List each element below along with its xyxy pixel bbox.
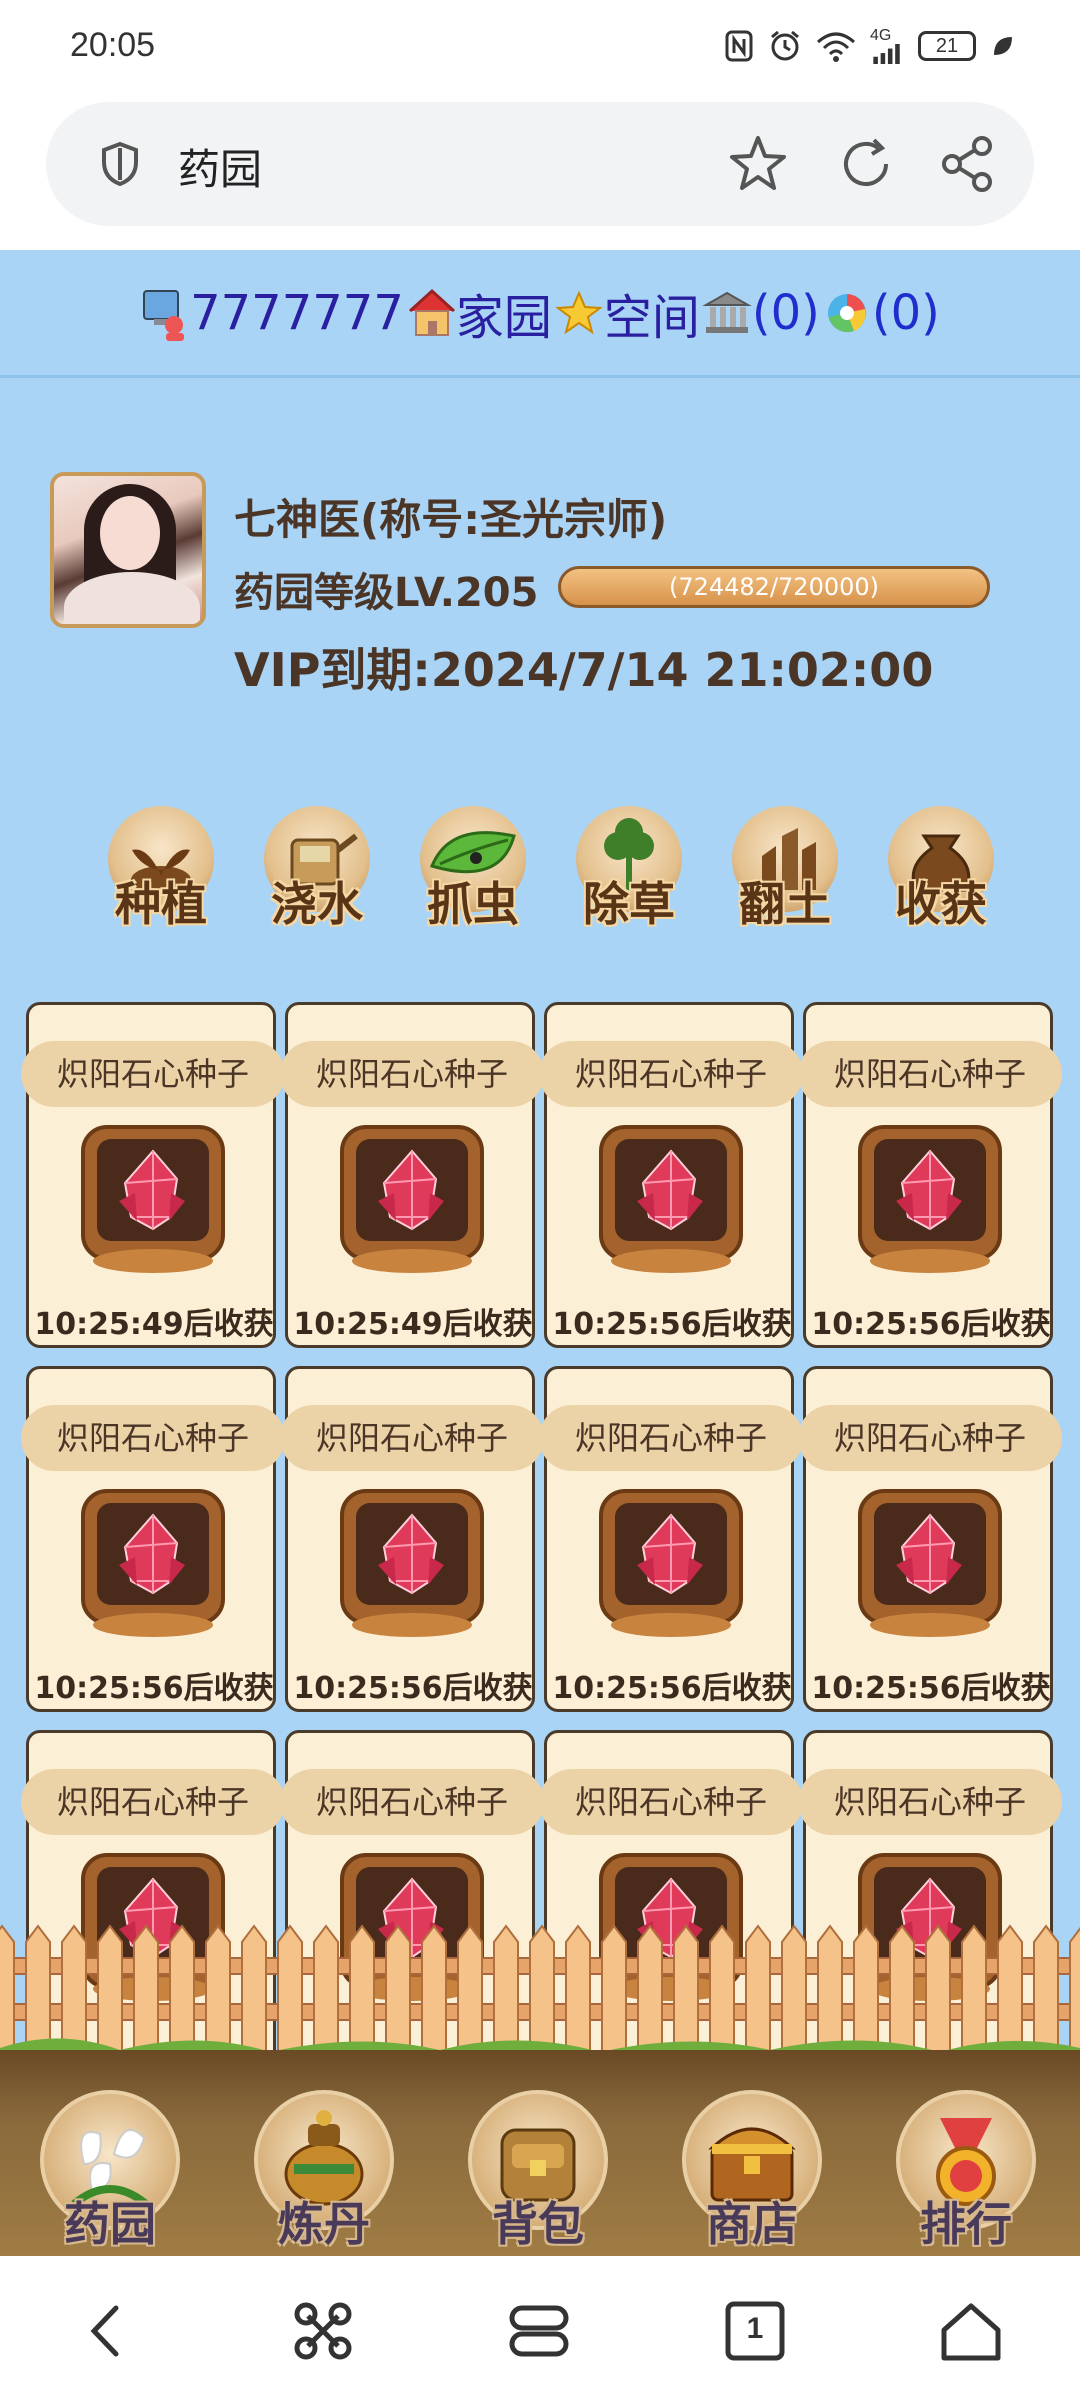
- plot-card[interactable]: 炽阳石心种子 10:25:56后收获: [280, 1366, 544, 1712]
- color-wheel-icon: [822, 285, 872, 341]
- user-link[interactable]: 7777777: [140, 285, 404, 341]
- status-bar: 20:05 4G 21: [0, 0, 1080, 98]
- harvest-timer: 10:25:49后收获: [34, 1307, 274, 1342]
- browser-toolbar: 药园: [0, 98, 1080, 250]
- action-plant[interactable]: 种植: [76, 802, 226, 942]
- home-link[interactable]: 家园: [406, 278, 552, 348]
- harvest-timer: 10:25:49后收获: [293, 1307, 533, 1342]
- seed-name: 炽阳石心种子: [21, 1405, 285, 1471]
- crystal-seed-icon: [340, 1485, 484, 1641]
- user-id[interactable]: 7777777: [190, 285, 404, 341]
- house-icon: [406, 285, 456, 341]
- nav-garden[interactable]: 药园: [30, 2080, 190, 2256]
- bank-count[interactable]: (0): [752, 285, 820, 341]
- nav-backpack[interactable]: 背包: [458, 2080, 618, 2256]
- tabs-menu-icon[interactable]: [504, 2296, 574, 2366]
- tab-count-icon[interactable]: 1: [720, 2296, 790, 2366]
- home-icon[interactable]: [936, 2296, 1006, 2366]
- plot-card[interactable]: 炽阳石心种子 10:25:56后收获: [798, 1002, 1062, 1348]
- action-weed[interactable]: 除草: [544, 802, 694, 942]
- action-water[interactable]: 浇水: [232, 802, 382, 942]
- crystal-seed-icon: [599, 1121, 743, 1277]
- plot-card[interactable]: 炽阳石心种子 10:25:56后收获: [798, 1366, 1062, 1712]
- action-bar: 种植 浇水 抓虫 除草 翻土 收获: [0, 802, 1080, 942]
- vip-expiry: VIP到期:2024/7/14 21:02:00: [234, 643, 934, 697]
- bottom-game-nav: 药园 炼丹 背包 商店 排行: [0, 2080, 1080, 2256]
- wifi-icon: [816, 28, 856, 64]
- bank-icon: [702, 285, 752, 341]
- plot-card[interactable]: 炽阳石心种子 10:25:49后收获: [280, 1002, 544, 1348]
- star-badge-icon: [554, 285, 604, 341]
- status-icons: 4G 21: [724, 28, 1016, 64]
- nav-ranking[interactable]: 排行: [886, 2080, 1046, 2256]
- crystal-seed-icon: [599, 1485, 743, 1641]
- action-catch-bugs[interactable]: 抓虫: [388, 802, 538, 942]
- crystal-seed-icon: [858, 1485, 1002, 1641]
- bank-link[interactable]: (0): [702, 285, 820, 341]
- alarm-icon: [768, 28, 802, 64]
- plot-card[interactable]: 炽阳石心种子 10:25:49后收获: [21, 1002, 285, 1348]
- harvest-timer: 10:25:56后收获: [811, 1671, 1051, 1706]
- plot-card[interactable]: 炽阳石心种子 10:25:56后收获: [21, 1366, 285, 1712]
- seed-name: 炽阳石心种子: [798, 1769, 1062, 1835]
- top-nav: 7777777 家园 空间 (0) (0): [0, 250, 1080, 378]
- back-icon[interactable]: [72, 2296, 142, 2366]
- action-till[interactable]: 翻土: [700, 802, 850, 942]
- game-area: 7777777 家园 空间 (0) (0) 七神医(称号:圣光宗师) 药园等级L…: [0, 250, 1080, 2256]
- seed-name: 炽阳石心种子: [539, 1769, 803, 1835]
- page-title[interactable]: 药园: [178, 136, 262, 197]
- crystal-seed-icon: [340, 1121, 484, 1277]
- crystal-seed-icon: [858, 1121, 1002, 1277]
- fence-decoration: [0, 1924, 1080, 2068]
- harvest-timer: 10:25:56后收获: [293, 1671, 533, 1706]
- nav-alchemy[interactable]: 炼丹: [244, 2080, 404, 2256]
- address-bar[interactable]: 药园: [46, 102, 1034, 226]
- harvest-timer: 10:25:56后收获: [811, 1307, 1051, 1342]
- plot-card[interactable]: 炽阳石心种子 10:25:56后收获: [539, 1002, 803, 1348]
- crystal-seed-icon: [81, 1485, 225, 1641]
- seed-name: 炽阳石心种子: [280, 1769, 544, 1835]
- crystal-seed-icon: [81, 1121, 225, 1277]
- seed-name: 炽阳石心种子: [280, 1405, 544, 1471]
- home-label[interactable]: 家园: [456, 278, 552, 348]
- seed-name: 炽阳石心种子: [21, 1769, 285, 1835]
- space-label[interactable]: 空间: [604, 278, 700, 348]
- seed-name: 炽阳石心种子: [798, 1041, 1062, 1107]
- action-harvest[interactable]: 收获: [856, 802, 1006, 942]
- signal-icon: 4G: [870, 28, 904, 64]
- leaf-icon: [990, 28, 1016, 64]
- browser-bottom-bar: 1: [0, 2256, 1080, 2400]
- harvest-timer: 10:25:56后收获: [552, 1307, 792, 1342]
- network-type: 4G: [870, 27, 892, 44]
- player-name: 七神医(称号:圣光宗师): [234, 495, 668, 544]
- space-link[interactable]: 空间: [554, 278, 700, 348]
- garden-level: 药园等级LV.205: [234, 570, 539, 616]
- nav-shop[interactable]: 商店: [672, 2080, 832, 2256]
- computer-user-icon: [140, 285, 190, 341]
- shield-icon[interactable]: [96, 140, 144, 188]
- avatar[interactable]: [50, 472, 206, 628]
- shortcuts-icon[interactable]: [288, 2296, 358, 2366]
- tab-count: 1: [746, 2312, 764, 2345]
- seed-name: 炽阳石心种子: [539, 1405, 803, 1471]
- star-icon[interactable]: [726, 132, 790, 196]
- lottery-count[interactable]: (0): [872, 285, 940, 341]
- seed-name: 炽阳石心种子: [539, 1041, 803, 1107]
- lottery-link[interactable]: (0): [822, 285, 940, 341]
- status-time: 20:05: [70, 26, 156, 64]
- share-icon[interactable]: [936, 132, 1000, 196]
- seed-name: 炽阳石心种子: [21, 1041, 285, 1107]
- refresh-icon[interactable]: [834, 132, 898, 196]
- nfc-icon: [724, 28, 754, 64]
- seed-name: 炽阳石心种子: [280, 1041, 544, 1107]
- plot-card[interactable]: 炽阳石心种子 10:25:56后收获: [539, 1366, 803, 1712]
- harvest-timer: 10:25:56后收获: [34, 1671, 274, 1706]
- battery-icon: 21: [918, 31, 976, 61]
- exp-progress-bar: (724482/720000): [558, 566, 990, 608]
- seed-name: 炽阳石心种子: [798, 1405, 1062, 1471]
- harvest-timer: 10:25:56后收获: [552, 1671, 792, 1706]
